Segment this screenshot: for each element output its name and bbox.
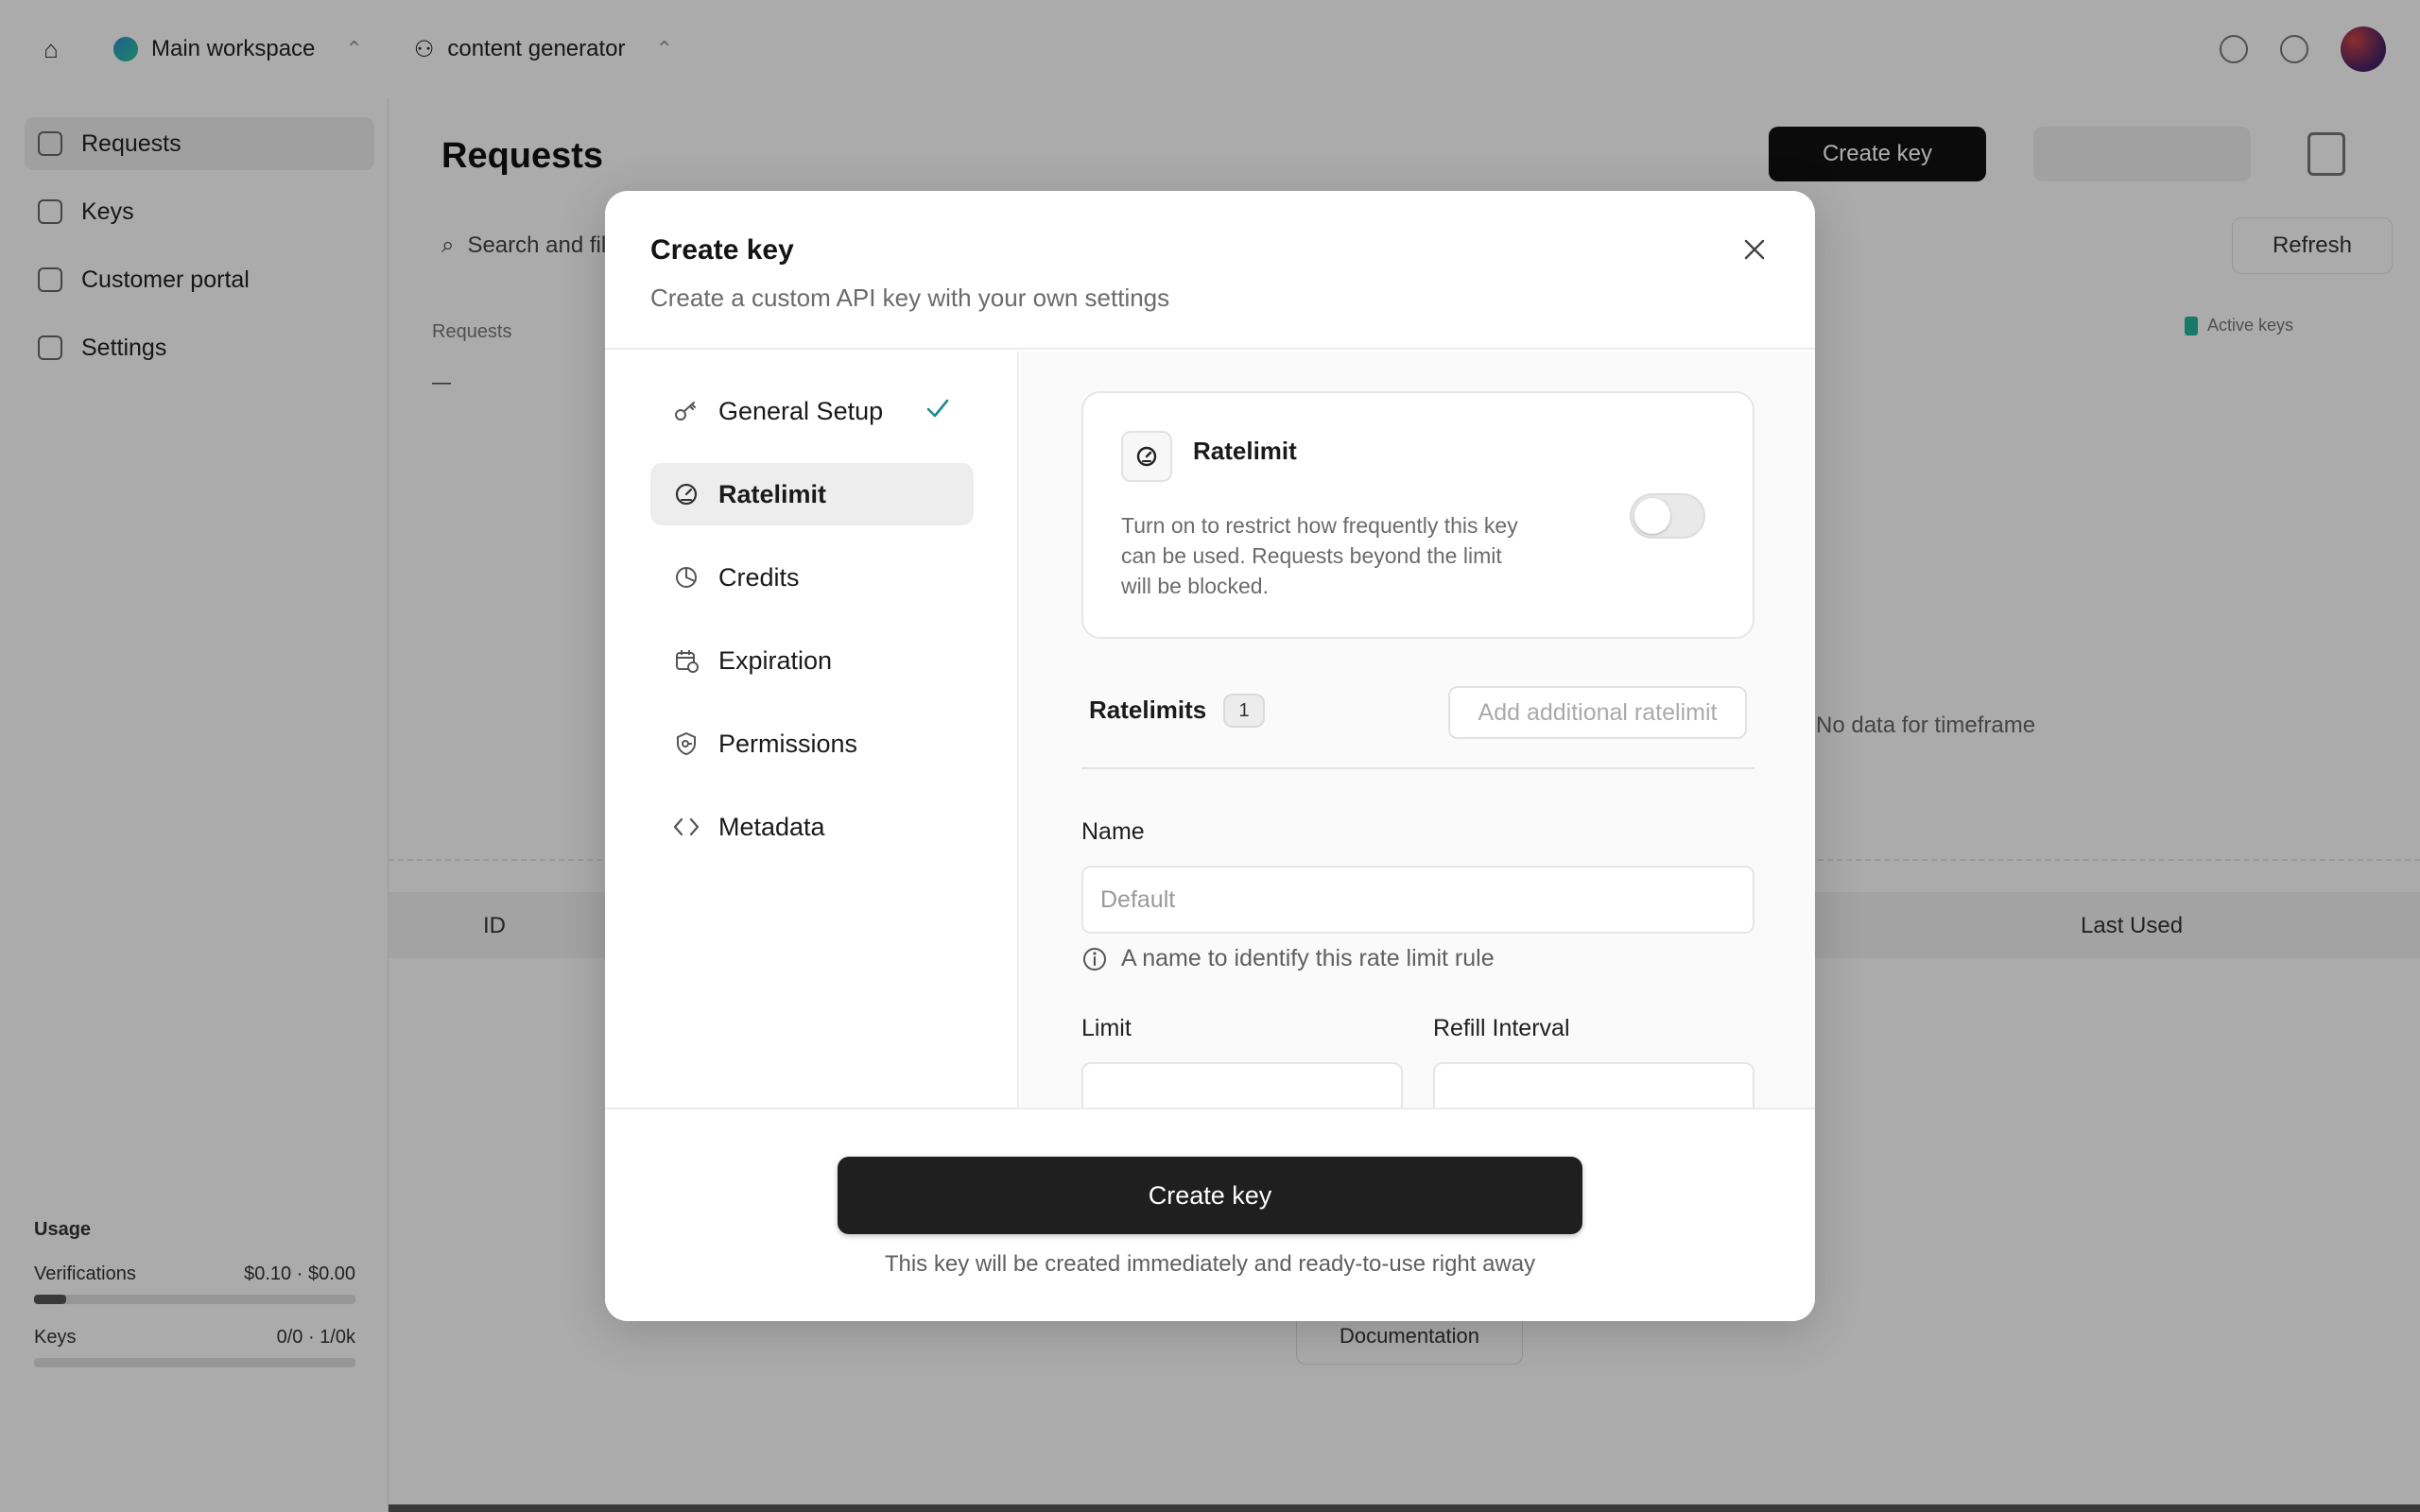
- limit-input[interactable]: [1081, 1062, 1403, 1108]
- dialog-header: Create key Create a custom API key with …: [605, 191, 1815, 350]
- step-label: Ratelimit: [718, 479, 827, 508]
- name-input[interactable]: [1081, 866, 1754, 934]
- step-metadata[interactable]: Metadata: [650, 796, 974, 858]
- name-label: Name: [1081, 818, 1145, 845]
- limit-label: Limit: [1081, 1015, 1132, 1041]
- card-description: Turn on to restrict how frequently this …: [1121, 513, 1518, 598]
- step-label: Permissions: [718, 729, 858, 758]
- step-expiration[interactable]: Expiration: [650, 629, 974, 692]
- divider: [1081, 767, 1754, 769]
- toggle-knob: [1634, 498, 1670, 534]
- step-label: Credits: [718, 562, 800, 592]
- ratelimits-label: Ratelimits: [1089, 696, 1207, 724]
- checkmark-icon: [925, 395, 951, 428]
- ratelimit-panel: Ratelimit Turn on to restrict how freque…: [1021, 352, 1815, 1108]
- gauge-icon: [1121, 431, 1172, 482]
- step-credits[interactable]: Credits: [650, 546, 974, 609]
- info-icon: [1083, 947, 1106, 971]
- step-general-setup[interactable]: General Setup: [650, 380, 974, 442]
- refill-interval-label: Refill Interval: [1433, 1015, 1570, 1041]
- close-button[interactable]: [1732, 227, 1777, 272]
- add-ratelimit-button[interactable]: Add additional ratelimit: [1448, 686, 1747, 739]
- close-icon: [1744, 239, 1765, 260]
- code-icon: [673, 814, 700, 840]
- name-hint: A name to identify this rate limit rule: [1081, 945, 1495, 972]
- step-label: Expiration: [718, 645, 833, 675]
- ratelimit-toggle[interactable]: [1630, 493, 1705, 539]
- step-ratelimit[interactable]: Ratelimit: [650, 463, 974, 525]
- ratelimits-header: Ratelimits 1 Add additional ratelimit: [1081, 679, 1754, 741]
- footer-note: This key will be created immediately and…: [884, 1251, 1536, 1277]
- ratelimits-count-badge: 1: [1223, 694, 1265, 728]
- step-label: Metadata: [718, 812, 825, 841]
- calendar-clock-icon: [673, 647, 700, 674]
- dialog-footer: Create key This key will be created imme…: [605, 1108, 1815, 1321]
- step-permissions[interactable]: Permissions: [650, 713, 974, 775]
- refill-interval-input[interactable]: [1433, 1062, 1754, 1108]
- step-label: General Setup: [718, 396, 884, 425]
- gauge-icon: [673, 481, 700, 507]
- card-title: Ratelimit: [1193, 437, 1297, 465]
- steps-nav: General Setup Ratelimit Credits Expirati…: [605, 352, 1019, 1108]
- dialog-subtitle: Create a custom API key with your own se…: [650, 284, 1170, 312]
- ratelimit-toggle-card: Ratelimit Turn on to restrict how freque…: [1081, 391, 1754, 639]
- shield-key-icon: [673, 730, 700, 757]
- create-key-dialog: Create key Create a custom API key with …: [605, 191, 1815, 1321]
- create-key-button[interactable]: Create key: [838, 1157, 1582, 1234]
- pie-chart-icon: [673, 564, 700, 591]
- key-icon: [673, 398, 700, 424]
- dialog-title: Create key: [650, 234, 794, 266]
- hint-text: A name to identify this rate limit rule: [1121, 945, 1495, 971]
